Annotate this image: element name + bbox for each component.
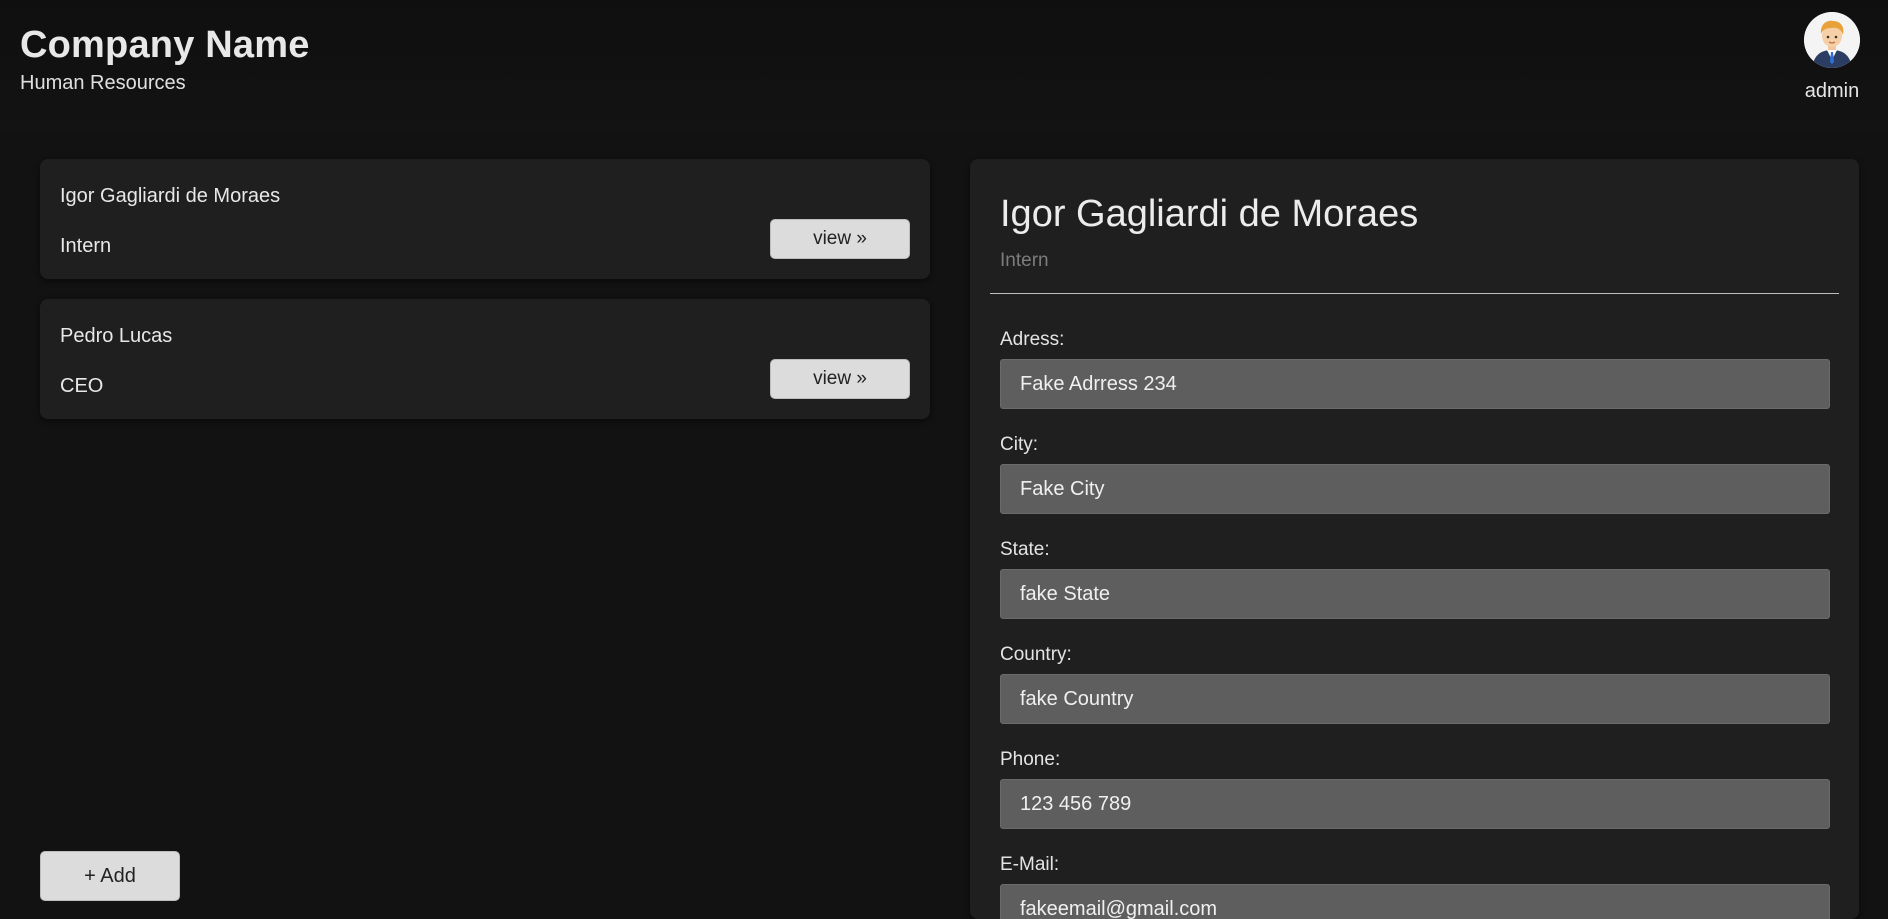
view-employee-button[interactable]: view » [770,219,910,259]
app-header: Company Name Human Resources admin [0,0,1888,132]
state-label: State: [1000,539,1050,560]
phone-label: Phone: [1000,749,1061,770]
country-input[interactable] [1000,674,1830,724]
employee-role: Intern [60,235,112,257]
country-label: Country: [1000,644,1072,665]
employee-role: CEO [60,375,104,397]
divider [990,293,1839,294]
add-employee-button[interactable]: + Add [40,851,180,901]
city-field-group: City: [1000,434,1830,514]
email-field-group: E-Mail: [1000,854,1830,919]
city-label: City: [1000,434,1038,455]
email-input[interactable] [1000,884,1830,919]
employee-card: Igor Gagliardi de Moraes Intern view » [40,159,930,279]
detail-employee-role: Intern [1000,250,1049,271]
address-field-group: Adress: [1000,329,1830,409]
view-employee-button[interactable]: view » [770,359,910,399]
user-menu[interactable]: admin [1792,12,1872,103]
phone-input[interactable] [1000,779,1830,829]
city-input[interactable] [1000,464,1830,514]
country-field-group: Country: [1000,644,1830,724]
state-input[interactable] [1000,569,1830,619]
department-name: Human Resources [20,72,186,94]
employee-name: Igor Gagliardi de Moraes [60,185,281,207]
phone-field-group: Phone: [1000,749,1830,829]
employee-card: Pedro Lucas CEO view » [40,299,930,419]
state-field-group: State: [1000,539,1830,619]
employee-detail-panel: Igor Gagliardi de Moraes Intern Adress: … [970,159,1859,919]
email-label: E-Mail: [1000,854,1060,875]
user-name: admin [1804,80,1860,102]
detail-employee-name: Igor Gagliardi de Moraes [1000,193,1419,235]
employee-list: Igor Gagliardi de Moraes Intern view » P… [40,159,930,439]
company-name: Company Name [20,24,310,66]
address-label: Adress: [1000,329,1065,350]
user-avatar-icon[interactable] [1804,12,1860,68]
address-input[interactable] [1000,359,1830,409]
employee-name: Pedro Lucas [60,325,173,347]
